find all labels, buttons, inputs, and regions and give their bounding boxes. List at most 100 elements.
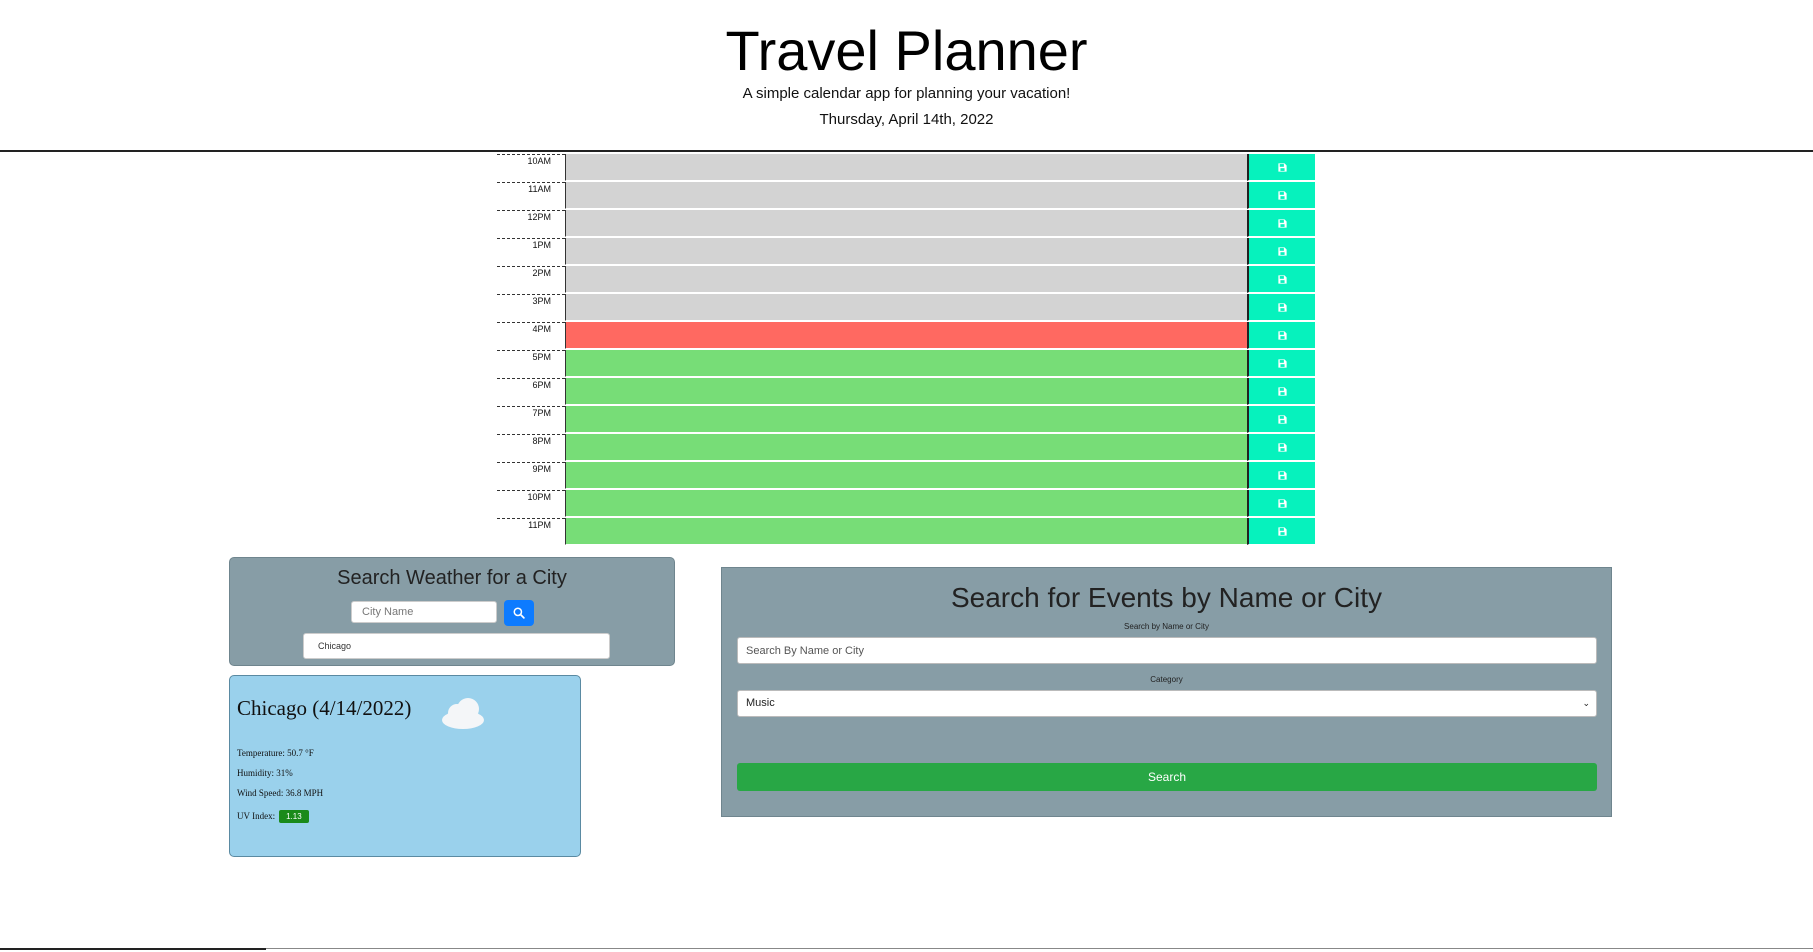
floppy-disk-icon	[1277, 330, 1287, 340]
floppy-disk-icon	[1277, 414, 1287, 424]
floppy-disk-icon	[1277, 358, 1287, 368]
save-button[interactable]	[1247, 294, 1315, 321]
hour-label: 1PM	[497, 238, 565, 266]
event-textarea[interactable]	[565, 434, 1247, 461]
planner-row: 11AM	[497, 182, 1317, 210]
save-button[interactable]	[1247, 322, 1315, 349]
save-button[interactable]	[1247, 210, 1315, 237]
floppy-disk-icon	[1277, 526, 1287, 536]
weather-search-title: Search Weather for a City	[337, 567, 567, 589]
page-subtitle: A simple calendar app for planning your …	[742, 85, 1071, 102]
weather-temperature: Temperature: 50.7 °F	[237, 748, 314, 758]
uv-index-label: UV Index:	[237, 811, 276, 821]
uv-index-badge: 1.13	[279, 810, 309, 823]
page-title: Travel Planner	[725, 19, 1088, 82]
city-name-input[interactable]	[351, 601, 497, 623]
hourly-planner: 10AM 11AM 12PM 1PM 2PM 3PM 4PM 5PM 6PM 7PM 8PM 9PM 1…	[497, 154, 1317, 546]
save-button[interactable]	[1247, 490, 1315, 517]
planner-row: 3PM	[497, 294, 1317, 322]
category-select[interactable]: Music ⌄	[737, 690, 1597, 717]
weather-search-panel: Search Weather for a City Chicago	[229, 557, 675, 666]
cloud-icon	[442, 698, 484, 729]
weather-city-date: Chicago (4/14/2022)	[237, 696, 412, 720]
hour-label: 6PM	[497, 378, 565, 406]
event-textarea[interactable]	[565, 294, 1247, 321]
chevron-down-icon: ⌄	[1582, 698, 1590, 708]
hour-label: 11AM	[497, 182, 565, 210]
save-button[interactable]	[1247, 406, 1315, 433]
planner-row: 10AM	[497, 154, 1317, 182]
event-textarea[interactable]	[565, 322, 1247, 349]
floppy-disk-icon	[1277, 470, 1287, 480]
hour-label: 8PM	[497, 434, 565, 462]
planner-row: 9PM	[497, 462, 1317, 490]
event-textarea[interactable]	[565, 238, 1247, 265]
page-header: Travel Planner A simple calendar app for…	[0, 0, 1813, 152]
planner-row: 1PM	[497, 238, 1317, 266]
hour-label: 10PM	[497, 490, 565, 518]
planner-row: 7PM	[497, 406, 1317, 434]
category-label: Category	[1150, 675, 1183, 684]
search-icon	[513, 607, 525, 619]
event-textarea[interactable]	[565, 350, 1247, 377]
category-selected-value: Music	[746, 697, 775, 709]
save-button[interactable]	[1247, 350, 1315, 377]
floppy-disk-icon	[1277, 442, 1287, 452]
history-city-chicago[interactable]: Chicago	[303, 633, 610, 659]
floppy-disk-icon	[1277, 246, 1287, 256]
planner-row: 10PM	[497, 490, 1317, 518]
bottom-scroll-indicator	[0, 948, 266, 950]
hour-label: 2PM	[497, 266, 565, 294]
floppy-disk-icon	[1277, 274, 1287, 284]
bottom-divider	[0, 948, 1813, 949]
save-button[interactable]	[1247, 238, 1315, 265]
floppy-disk-icon	[1277, 190, 1287, 200]
hour-label: 10AM	[497, 154, 565, 182]
planner-row: 5PM	[497, 350, 1317, 378]
planner-row: 4PM	[497, 322, 1317, 350]
hour-label: 11PM	[497, 518, 565, 546]
event-search-title: Search for Events by Name or City	[950, 582, 1383, 613]
save-button[interactable]	[1247, 518, 1315, 545]
save-button[interactable]	[1247, 378, 1315, 405]
current-date: Thursday, April 14th, 2022	[819, 111, 994, 128]
event-textarea[interactable]	[565, 378, 1247, 405]
hour-label: 4PM	[497, 322, 565, 350]
floppy-disk-icon	[1277, 162, 1287, 172]
save-button[interactable]	[1247, 266, 1315, 293]
planner-row: 6PM	[497, 378, 1317, 406]
save-button[interactable]	[1247, 434, 1315, 461]
event-search-input[interactable]	[737, 637, 1597, 664]
hour-label: 3PM	[497, 294, 565, 322]
event-search-panel: Search for Events by Name or City Search…	[721, 567, 1612, 817]
weather-humidity: Humidity: 31%	[237, 768, 293, 778]
floppy-disk-icon	[1277, 218, 1287, 228]
save-button[interactable]	[1247, 182, 1315, 209]
event-textarea[interactable]	[565, 462, 1247, 489]
save-button[interactable]	[1247, 462, 1315, 489]
event-textarea[interactable]	[565, 490, 1247, 517]
floppy-disk-icon	[1277, 386, 1287, 396]
planner-row: 12PM	[497, 210, 1317, 238]
planner-row: 2PM	[497, 266, 1317, 294]
event-textarea[interactable]	[565, 266, 1247, 293]
hour-label: 5PM	[497, 350, 565, 378]
hour-label: 9PM	[497, 462, 565, 490]
event-textarea[interactable]	[565, 182, 1247, 209]
weather-search-button[interactable]	[504, 600, 534, 626]
event-textarea[interactable]	[565, 518, 1247, 545]
event-search-label: Search by Name or City	[1124, 622, 1209, 631]
current-weather-card: Chicago (4/14/2022) Temperature: 50.7 °F…	[229, 675, 581, 857]
weather-uv-row: UV Index: 1.13	[237, 810, 309, 823]
floppy-disk-icon	[1277, 498, 1287, 508]
planner-row: 8PM	[497, 434, 1317, 462]
hour-label: 7PM	[497, 406, 565, 434]
event-textarea[interactable]	[565, 154, 1247, 181]
event-search-button[interactable]: Search	[737, 763, 1597, 791]
floppy-disk-icon	[1277, 302, 1287, 312]
planner-row: 11PM	[497, 518, 1317, 546]
save-button[interactable]	[1247, 154, 1315, 181]
hour-label: 12PM	[497, 210, 565, 238]
event-textarea[interactable]	[565, 210, 1247, 237]
event-textarea[interactable]	[565, 406, 1247, 433]
